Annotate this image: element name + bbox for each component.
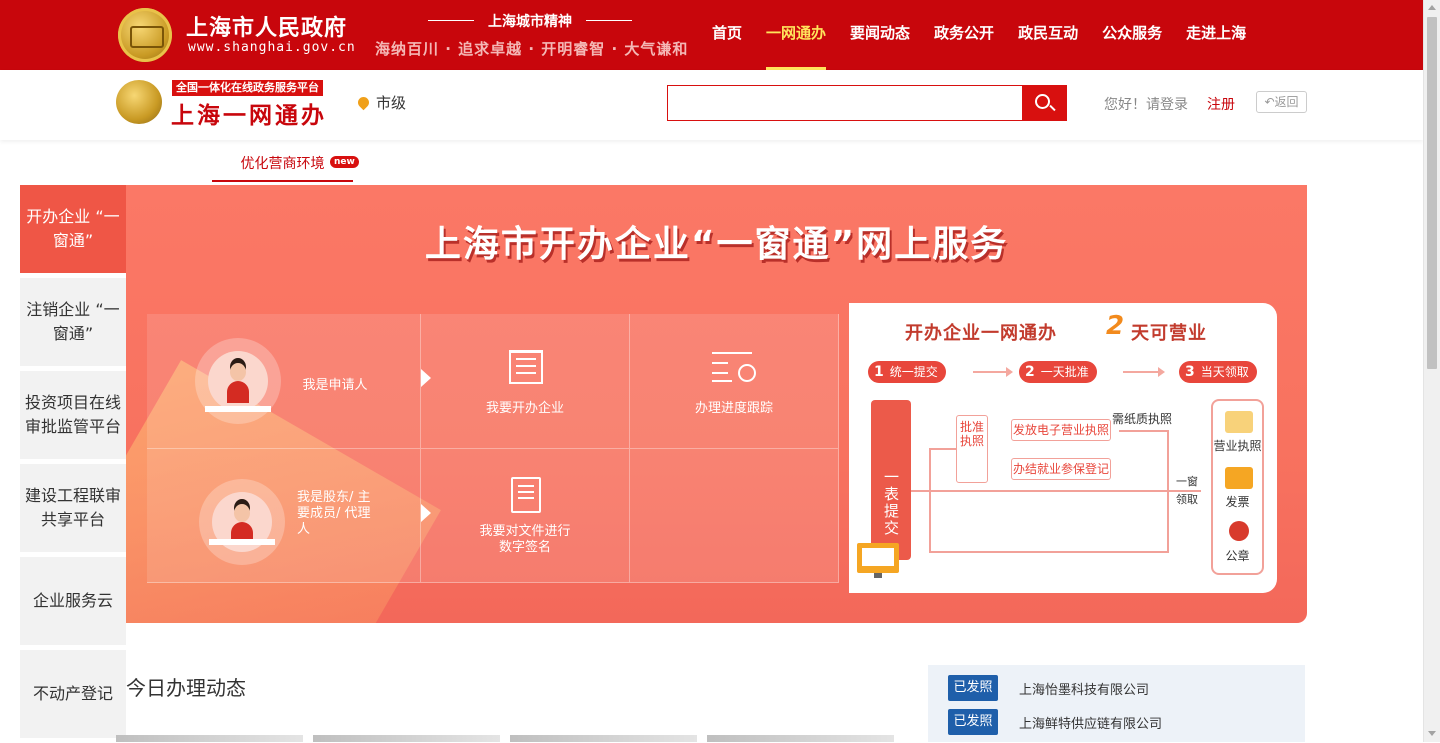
process-title: 开办企业一网通办 <box>905 323 1057 344</box>
one-network-title[interactable]: 上海一网通办 <box>171 96 327 130</box>
activity-thumbnail[interactable] <box>313 735 500 742</box>
nav-interaction[interactable]: 政民互动 <box>1006 0 1090 70</box>
activity-thumbnail[interactable] <box>510 735 697 742</box>
open-company-cell[interactable]: 我要开办企业 <box>421 314 630 449</box>
sidebar-item-enterprise-cloud[interactable]: 企业服务云 <box>20 557 126 645</box>
output-seal: 公章 <box>1225 549 1250 563</box>
monitor-icon <box>857 543 899 578</box>
back-arrow-icon: ↶ <box>1264 95 1275 109</box>
company-name: 上海怡墨科技有限公司 <box>1019 682 1150 698</box>
nav-about-shanghai[interactable]: 走进上海 <box>1174 0 1258 70</box>
progress-cell[interactable]: 办理进度跟踪 <box>630 314 839 449</box>
shareholder-avatar-icon <box>199 479 285 565</box>
activity-thumbnails <box>116 735 896 742</box>
main-nav: 首页 一网通办 要闻动态 政务公开 政民互动 公众服务 走进上海 <box>700 0 1258 70</box>
sidebar-item-investment-approval[interactable]: 投资项目在线审批监管平台 <box>20 371 126 459</box>
issue-license-box: 发放电子营业执照 <box>1011 419 1111 441</box>
city-spirit-title: 上海城市精神 <box>428 11 632 31</box>
new-badge: new <box>330 156 359 168</box>
list-item[interactable]: 已发照 上海怡墨科技有限公司 <box>948 675 1149 701</box>
scroll-up-icon[interactable] <box>1428 5 1436 10</box>
search-icon <box>1035 94 1050 109</box>
location-selector[interactable]: 市级 <box>355 92 407 113</box>
output-license: 营业执照 <box>1213 439 1262 453</box>
step-submit: 1 统一提交 <box>868 361 946 383</box>
license-icon <box>1225 411 1253 433</box>
sidebar-item-cancel-company[interactable]: 注销企业 “一窗通” <box>20 278 126 366</box>
scroll-down-icon[interactable] <box>1428 731 1436 736</box>
service-grid: 我是申请人 我要开办企业 办理进度跟踪 我是股东/ 主要成员/ 代理人 我要对文… <box>147 314 839 583</box>
applicant-cell[interactable]: 我是申请人 <box>147 314 431 449</box>
platform-tag: 全国一体化在线政务服务平台 <box>172 80 323 96</box>
register-link[interactable]: 注册 <box>1207 94 1235 114</box>
paper-license-note: 需纸质执照 <box>1112 412 1173 426</box>
list-item[interactable]: 已发照 上海鲜特供应链有限公司 <box>948 709 1162 735</box>
status-badge: 已发照 <box>948 675 998 701</box>
vertical-scrollbar[interactable] <box>1423 0 1440 742</box>
seal-icon <box>1229 521 1249 541</box>
nav-news[interactable]: 要闻动态 <box>838 0 922 70</box>
site-url: www.shanghai.gov.cn <box>188 40 356 55</box>
company-name: 上海鲜特供应链有限公司 <box>1019 716 1163 732</box>
scroll-thumb[interactable] <box>1427 17 1437 369</box>
back-label: 返回 <box>1274 95 1299 109</box>
status-badge: 已发照 <box>948 709 998 735</box>
city-spirit-slogan: 海纳百川 · 追求卓越 · 开明睿智 · 大气谦和 <box>375 40 689 58</box>
nav-gov-affairs[interactable]: 政务公开 <box>922 0 1006 70</box>
today-activity-title: 今日办理动态 <box>126 676 246 700</box>
building-icon <box>509 350 543 384</box>
sign-label: 我要对文件进行数字签名 <box>479 524 571 555</box>
one-window-note: 一窗领取 <box>1176 475 1198 506</box>
service-banner: 上海市开办企业“一窗通”网上服务 我是申请人 我要开办企业 办理进度跟踪 我是股… <box>126 185 1307 623</box>
step-arrow-icon <box>973 367 1013 377</box>
nav-public-service[interactable]: 公众服务 <box>1090 0 1174 70</box>
activity-thumbnail[interactable] <box>707 735 894 742</box>
location-label: 市级 <box>376 94 407 112</box>
shareholder-cell[interactable]: 我是股东/ 主要成员/ 代理人 <box>147 449 431 583</box>
output-invoice: 发票 <box>1225 495 1250 509</box>
banner-title: 上海市开办企业“一窗通”网上服务 <box>424 224 1009 265</box>
one-form-submit: 一表提交 <box>871 400 911 560</box>
outputs-box: 营业执照 发票 公章 <box>1211 399 1264 575</box>
social-security-box: 办结就业参保登记 <box>1011 458 1111 480</box>
open-company-label: 我要开办企业 <box>485 401 564 416</box>
site-title[interactable]: 上海市人民政府 <box>186 10 347 42</box>
nav-home[interactable]: 首页 <box>700 0 754 70</box>
license-notice-list: 已发照 上海怡墨科技有限公司 已发照 上海鲜特供应链有限公司 <box>928 665 1305 742</box>
one-network-emblem-icon[interactable] <box>116 80 162 124</box>
document-sign-icon <box>511 477 541 513</box>
process-card: 开办企业一网通办 2 天可营业 1 统一提交 2 一天批准 3 当天领取 一表提交 批… <box>849 303 1277 593</box>
sidebar-item-construction-review[interactable]: 建设工程联审共享平台 <box>20 464 126 552</box>
nav-one-network[interactable]: 一网通办 <box>754 0 838 70</box>
search-input[interactable] <box>667 85 1023 121</box>
step-approve: 2 一天批准 <box>1019 361 1097 383</box>
applicant-label: 我是申请人 <box>302 378 368 393</box>
progress-clock-icon <box>712 350 756 382</box>
top-header-bar: 上海市人民政府 www.shanghai.gov.cn 上海城市精神 海纳百川 … <box>0 0 1423 70</box>
location-pin-icon <box>355 94 372 111</box>
step-arrow-icon <box>1123 367 1165 377</box>
search-button[interactable] <box>1022 85 1067 121</box>
sign-cell[interactable]: 我要对文件进行数字签名 <box>421 449 630 583</box>
shareholder-label: 我是股东/ 主要成员/ 代理人 <box>297 490 371 537</box>
process-days-number: 2 <box>1106 311 1125 341</box>
sidebar-item-open-company[interactable]: 开办企业 “一窗通” <box>20 185 126 273</box>
sidebar-item-real-estate[interactable]: 不动产登记 <box>20 650 126 738</box>
progress-label: 办理进度跟踪 <box>694 401 773 416</box>
process-days-text: 天可营业 <box>1131 323 1207 344</box>
step-collect: 3 当天领取 <box>1179 361 1257 383</box>
invoice-icon <box>1225 467 1253 489</box>
shanghai-emblem-icon[interactable] <box>118 8 172 62</box>
empty-cell <box>630 449 839 583</box>
service-sidebar: 开办企业 “一窗通” 注销企业 “一窗通” 投资项目在线审批监管平台 建设工程联… <box>20 185 126 743</box>
back-button[interactable]: ↶返回 <box>1256 91 1307 113</box>
login-link[interactable]: 您好！请登录 <box>1104 94 1188 114</box>
activity-thumbnail[interactable] <box>116 735 303 742</box>
approve-license-box: 批准执照 <box>956 415 988 483</box>
